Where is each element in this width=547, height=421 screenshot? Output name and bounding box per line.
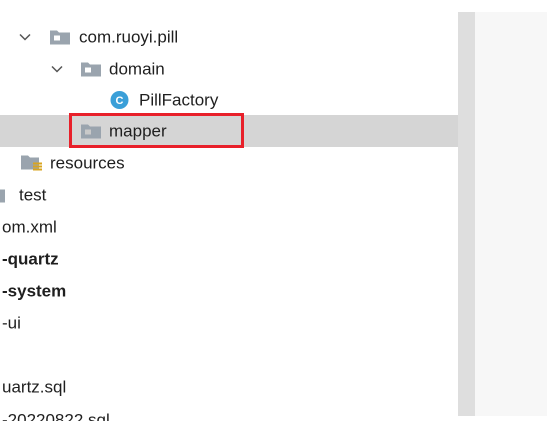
package-folder-icon xyxy=(50,30,70,45)
tree-item-test[interactable]: test xyxy=(0,179,458,211)
tree-item-sql-file[interactable]: -20220822.sql xyxy=(0,404,458,421)
tree-item-pom-xml[interactable]: om.xml xyxy=(0,211,458,243)
tree-item-ui-module[interactable]: -ui xyxy=(0,307,458,339)
tree-item-label: uartz.sql xyxy=(2,377,67,397)
tree-item-label: domain xyxy=(109,59,165,79)
tree-item-domain[interactable]: domain xyxy=(0,53,458,85)
tree-item-label: -ui xyxy=(2,313,21,333)
tree-item-system-module[interactable]: -system xyxy=(0,275,458,307)
tree-item-label: -20220822.sql xyxy=(2,410,110,421)
folder-icon xyxy=(0,189,5,203)
tree-item-pillfactory[interactable]: C PillFactory xyxy=(0,84,458,116)
tree-item-label: -quartz xyxy=(2,249,59,269)
tree-item-label: -system xyxy=(2,281,67,301)
highlight-annotation xyxy=(69,113,244,148)
tree-item-quartz-module[interactable]: -quartz xyxy=(0,243,458,275)
tree-item-label: PillFactory xyxy=(139,90,219,110)
chevron-down-icon[interactable] xyxy=(18,30,32,44)
package-folder-icon xyxy=(81,62,101,77)
svg-text:C: C xyxy=(116,95,124,107)
tree-item-com-ruoyi-pill[interactable]: com.ruoyi.pill xyxy=(0,21,458,53)
partial-row-top xyxy=(0,0,20,4)
class-icon: C xyxy=(110,91,129,109)
tree-item-label: resources xyxy=(50,153,125,173)
editor-pane xyxy=(475,12,547,416)
project-tree: com.ruoyi.pill domain C PillFactory mapp… xyxy=(0,0,458,421)
tree-item-label: test xyxy=(19,185,47,205)
tree-item-quartz-sql[interactable]: uartz.sql xyxy=(0,371,458,403)
tree-item-resources[interactable]: resources xyxy=(0,147,458,179)
tree-item-label: om.xml xyxy=(2,217,57,237)
resources-folder-icon xyxy=(21,155,42,171)
chevron-down-icon[interactable] xyxy=(50,62,64,76)
scrollbar-track[interactable] xyxy=(458,12,475,416)
tree-item-label: com.ruoyi.pill xyxy=(79,27,179,47)
